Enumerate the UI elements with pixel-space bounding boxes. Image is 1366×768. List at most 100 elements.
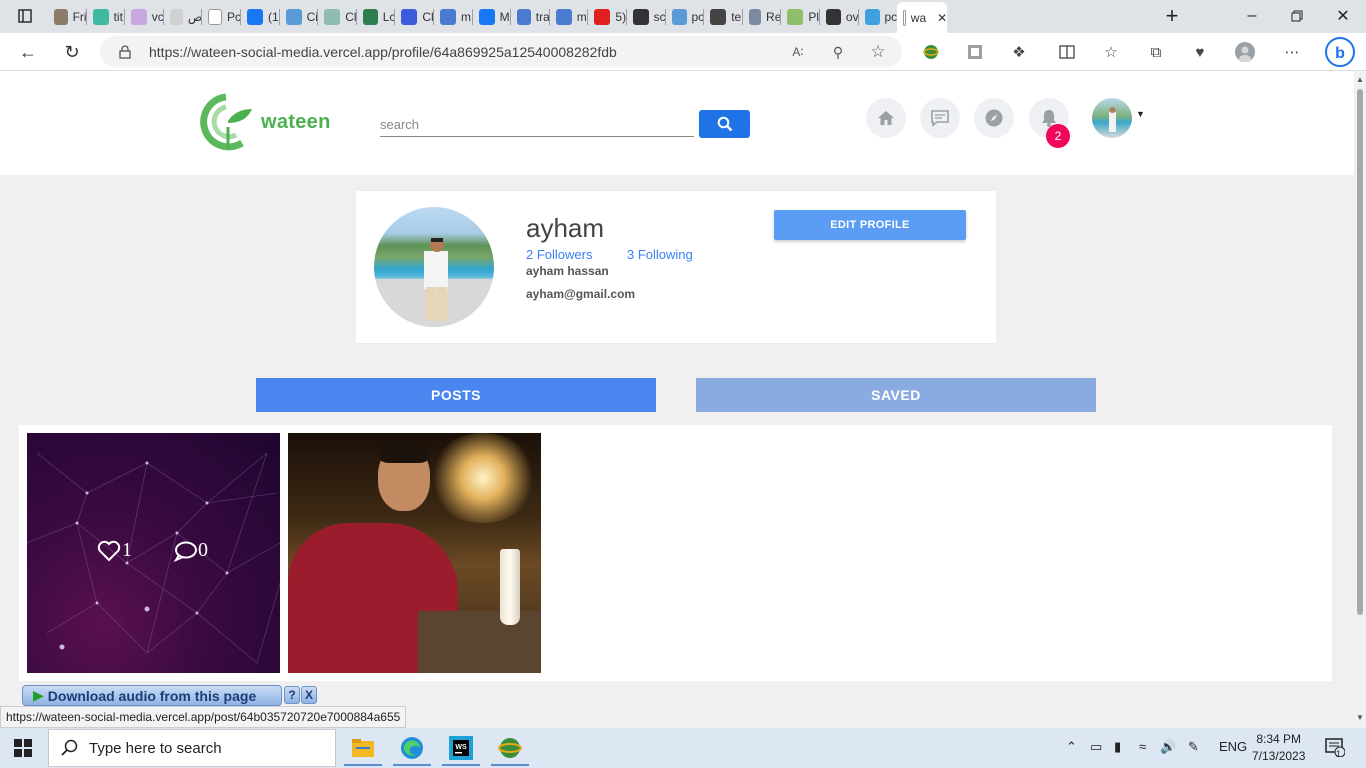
browser-tab[interactable]: ص — [164, 4, 202, 30]
url-text[interactable]: https://wateen-social-media.vercel.app/p… — [149, 44, 617, 60]
tab-favicon-icon — [285, 9, 302, 25]
post-thumbnail[interactable]: 1 0 — [27, 433, 280, 673]
page-scrollbar[interactable]: ▲ ▼ — [1354, 71, 1366, 728]
close-tab-icon[interactable]: ✕ — [937, 11, 947, 25]
compass-icon — [985, 109, 1003, 127]
back-button[interactable]: ← — [15, 39, 41, 65]
close-window-button[interactable]: ✕ — [1328, 4, 1358, 28]
browser-tab[interactable]: m — [550, 4, 589, 30]
pen-icon[interactable]: ✎ — [1188, 739, 1199, 755]
favorites-icon[interactable]: ☆ — [1100, 41, 1122, 63]
browser-tab[interactable]: wa ✕ — [897, 2, 948, 33]
search-input[interactable] — [380, 113, 694, 137]
browser-tab[interactable]: pc — [666, 4, 704, 30]
clock[interactable]: 8:34 PM 7/13/2023 — [1252, 731, 1305, 765]
browser-tab[interactable]: M — [473, 4, 512, 30]
tab-favicon-icon — [903, 9, 906, 26]
profile-username: ayham — [526, 213, 605, 243]
globe-app[interactable] — [491, 732, 529, 766]
post-thumbnail[interactable] — [288, 433, 541, 673]
search-icon — [61, 739, 78, 756]
taskbar-search-box[interactable]: Type here to search — [48, 729, 336, 767]
bing-copilot-icon[interactable]: b — [1325, 37, 1355, 67]
extension-image-icon[interactable] — [964, 41, 986, 63]
more-menu-icon[interactable]: ⋯ — [1281, 41, 1303, 63]
network-pattern — [27, 452, 280, 664]
browser-tab[interactable]: vc — [125, 4, 164, 30]
scroll-up-icon[interactable]: ▲ — [1356, 75, 1364, 84]
browser-tab[interactable]: Cl — [318, 4, 357, 30]
restore-button[interactable] — [1282, 4, 1312, 28]
browser-tab[interactable]: sc — [627, 4, 666, 30]
tab-posts[interactable]: POSTS — [256, 378, 656, 412]
performance-icon[interactable]: ♥ — [1189, 41, 1211, 63]
wifi-icon[interactable]: ≈ — [1139, 739, 1146, 754]
favorite-star-icon[interactable]: ☆ — [867, 41, 889, 63]
explore-nav-button[interactable] — [974, 98, 1014, 138]
followers-link[interactable]: 2 Followers — [526, 247, 592, 262]
following-link[interactable]: 3 Following — [627, 247, 693, 262]
wateen-logo[interactable]: wateen — [196, 91, 346, 153]
browser-tab[interactable]: tra — [511, 4, 550, 30]
collections-icon[interactable]: ⧉ — [1145, 41, 1167, 63]
read-aloud-icon[interactable]: A∶ — [787, 41, 809, 63]
browser-tab[interactable]: Ci — [280, 4, 319, 30]
new-tab-button[interactable]: + — [1157, 3, 1187, 28]
browser-tab[interactable]: 5) — [588, 4, 627, 30]
messages-nav-button[interactable] — [920, 98, 960, 138]
zoom-icon[interactable]: ⚲ — [827, 41, 849, 63]
browser-tab[interactable]: m — [434, 4, 473, 30]
browser-tab[interactable]: tit — [87, 4, 126, 30]
volume-icon[interactable]: 🔊 — [1160, 739, 1176, 755]
show-hidden-icons[interactable]: ⌃ — [1066, 739, 1077, 755]
download-audio-button[interactable]: ▶ Download audio from this page — [22, 685, 282, 706]
profile-icon[interactable] — [1234, 41, 1256, 63]
search-icon — [717, 116, 732, 132]
browser-tab[interactable]: Pl — [781, 4, 820, 30]
globe-icon — [498, 738, 522, 758]
home-nav-button[interactable] — [866, 98, 906, 138]
device-icon[interactable]: ▭ — [1090, 739, 1102, 755]
tab-favicon-icon — [54, 9, 68, 25]
scroll-thumb[interactable] — [1357, 89, 1363, 615]
clock-time: 8:34 PM — [1256, 732, 1302, 746]
tab-favicon-icon — [401, 9, 418, 25]
start-button[interactable] — [14, 739, 32, 757]
user-avatar-menu[interactable] — [1092, 98, 1132, 138]
language-indicator[interactable]: ENG — [1219, 739, 1247, 754]
download-help-button[interactable]: ? — [284, 686, 300, 704]
tab-actions-icon[interactable] — [10, 4, 40, 28]
browser-tab[interactable]: te — [704, 4, 743, 30]
browser-tab[interactable]: Pc — [202, 4, 241, 30]
notification-center-icon[interactable] — [1325, 737, 1346, 760]
browser-tab[interactable]: Cl — [395, 4, 434, 30]
search-button[interactable] — [699, 110, 750, 138]
profile-photo — [374, 238, 494, 327]
browser-tab[interactable]: ov — [820, 4, 859, 30]
edge-app[interactable] — [393, 732, 431, 766]
heart-icon — [97, 540, 121, 561]
browser-tab[interactable]: Fri — [48, 4, 87, 30]
battery-icon[interactable]: ▮ — [1114, 739, 1121, 755]
address-bar[interactable]: https://wateen-social-media.vercel.app/p… — [100, 36, 902, 67]
browser-tab[interactable]: (1 — [241, 4, 280, 30]
avatar-photo — [1109, 107, 1116, 132]
browser-tab-bar: Fri tit vc ص Pc (1 Ci Cl Lc Cl m Mtra m 5) sc pc te Re Pl o… — [0, 0, 1366, 33]
refresh-button[interactable]: ↻ — [59, 39, 85, 65]
browser-tab[interactable]: pc — [859, 4, 897, 30]
file-explorer-app[interactable] — [344, 732, 382, 766]
lock-icon[interactable] — [114, 41, 136, 63]
tab-saved[interactable]: SAVED — [696, 378, 1096, 412]
download-close-button[interactable]: X — [301, 686, 317, 704]
split-screen-icon[interactable] — [1056, 41, 1078, 63]
scroll-down-icon[interactable]: ▼ — [1356, 713, 1364, 722]
dropdown-caret-icon[interactable]: ▼ — [1136, 109, 1145, 119]
browser-tab[interactable]: Re — [743, 4, 781, 30]
edit-profile-button[interactable]: EDIT PROFILE — [774, 210, 966, 240]
minimize-button[interactable]: – — [1237, 4, 1267, 28]
extensions-puzzle-icon[interactable]: ❖ — [1008, 41, 1030, 63]
extension-globe-icon[interactable] — [920, 41, 942, 63]
webstorm-app[interactable]: WS — [442, 732, 480, 766]
browser-tab[interactable]: Lc — [357, 4, 395, 30]
profile-full-name: ayham hassan — [526, 264, 609, 278]
